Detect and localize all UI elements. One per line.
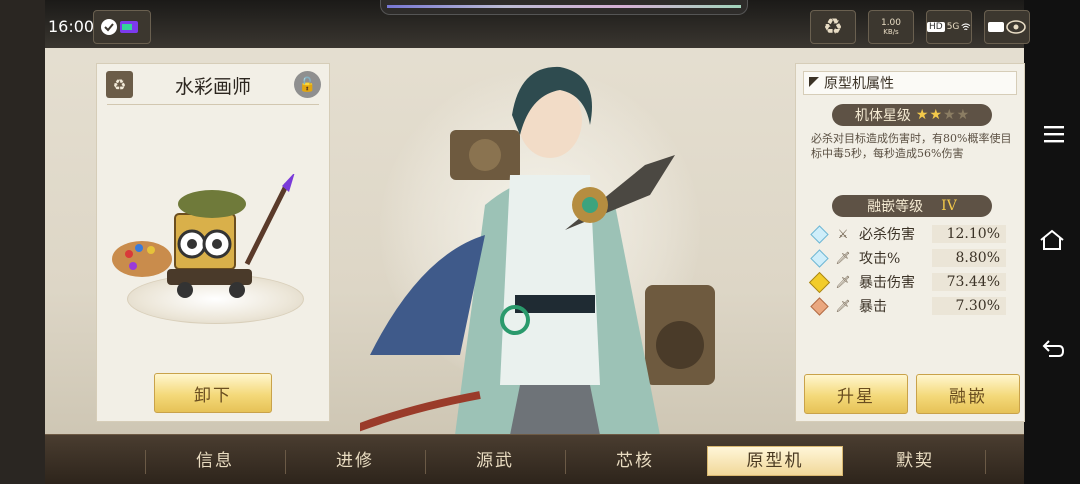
attribute-value: 73.44% — [932, 273, 1006, 291]
recycle-button[interactable]: ♻ — [810, 10, 856, 44]
wifi-icon — [961, 23, 971, 31]
game-screen: 16:00 ♻ 1.00 KB/s HD 5G ♻ 水彩画师 🔓 卸下 原型机属… — [0, 0, 1080, 484]
star-rating-pill: 机体星级 ★ ★ ★ ★ — [832, 104, 992, 126]
attribute-name: 暴击伤害 — [859, 275, 915, 291]
net-speed-indicator: 1.00 KB/s — [868, 10, 914, 44]
attribute-name: 暴击 — [859, 299, 887, 315]
back-icon[interactable] — [1041, 337, 1065, 359]
hd-badge: HD — [927, 22, 945, 32]
attribute-row: 🗡 暴击 7.30% — [810, 296, 1006, 316]
home-icon[interactable] — [1039, 229, 1065, 251]
panel-header-text: 原型机属性 — [824, 76, 894, 92]
tab-source-weapon[interactable]: 源武 — [427, 446, 563, 476]
gold-gem-icon — [808, 271, 831, 293]
tab-separator — [285, 450, 286, 474]
crit-sword-icon: 🗡 — [835, 299, 851, 313]
unequip-button[interactable]: 卸下 — [154, 373, 272, 413]
tab-separator — [565, 450, 566, 474]
attribute-row: 🗡 暴击伤害 73.44% — [808, 271, 1006, 293]
swords-icon: ⚔ — [837, 227, 849, 241]
network-type: 5G — [946, 22, 960, 32]
view-toggle-button[interactable] — [984, 10, 1030, 44]
inlay-level-pill: 融嵌等级 IV — [832, 195, 992, 217]
network-status: HD 5G — [926, 10, 972, 44]
speed-unit: KB/s — [883, 28, 899, 36]
lock-icon: 🔓 — [298, 76, 317, 93]
attribute-row: 🗡 攻击% 8.80% — [810, 248, 1006, 268]
menu-icon[interactable] — [1043, 125, 1065, 143]
back-to-previous-button[interactable] — [93, 10, 151, 44]
panel-header: 原型机属性 — [803, 71, 1017, 95]
upgrade-star-button[interactable]: 升星 — [804, 374, 908, 414]
lock-button[interactable]: 🔓 — [294, 71, 321, 98]
recycle-icon: ♻ — [823, 14, 843, 40]
attribute-name: 攻击% — [859, 251, 901, 267]
tab-rapport[interactable]: 默契 — [847, 446, 983, 476]
prototype-attributes-panel: 原型机属性 机体星级 ★ ★ ★ ★ 必杀对目标造成伤害时，有80%概率使目标中… — [795, 63, 1025, 422]
back-arrow-icon — [101, 19, 138, 35]
tab-separator — [985, 450, 986, 474]
tab-prototype[interactable]: 原型机 — [707, 446, 843, 476]
corner-marker — [809, 77, 819, 87]
speed-value: 1.00 — [880, 18, 902, 28]
star-rating-label: 机体星级 — [854, 108, 911, 124]
top-notch-decoration — [380, 0, 748, 15]
inlay-level-value: IV — [941, 198, 957, 214]
star-icon-empty: ★ — [943, 107, 956, 123]
star-icon-filled: ★ — [929, 107, 942, 123]
star-icon-empty: ★ — [956, 107, 970, 123]
tab-training[interactable]: 进修 — [287, 446, 423, 476]
tab-separator — [425, 450, 426, 474]
sword-icon: 🗡 — [835, 251, 851, 265]
attribute-value: 7.30% — [932, 297, 1006, 315]
blue-gem-icon — [810, 248, 829, 268]
clock: 16:00 — [48, 17, 95, 36]
blue-gem-icon — [810, 224, 829, 244]
attribute-value: 12.10% — [932, 225, 1006, 243]
title-divider — [107, 104, 319, 105]
inlay-level-label: 融嵌等级 — [867, 199, 924, 215]
painter-robot-illustration — [112, 174, 295, 298]
crit-sword-icon: 🗡 — [835, 275, 851, 289]
inlay-button[interactable]: 融嵌 — [916, 374, 1020, 414]
tab-info[interactable]: 信息 — [147, 446, 283, 476]
skill-description: 必杀对目标造成伤害时，有80%概率使目标中毒5秒，每秒造成56%伤害 — [811, 132, 1012, 160]
star-icon-filled: ★ — [915, 107, 929, 123]
character-artwork — [360, 66, 715, 435]
tab-separator — [145, 450, 146, 474]
orange-gem-icon — [810, 296, 829, 316]
attribute-row: ⚔ 必杀伤害 12.10% — [810, 224, 1006, 244]
eye-icon — [988, 20, 1026, 34]
attribute-value: 8.80% — [932, 249, 1006, 267]
left-edge — [0, 0, 45, 484]
tab-core[interactable]: 芯核 — [567, 446, 703, 476]
attribute-name: 必杀伤害 — [859, 227, 915, 243]
accessory-panel: ♻ 水彩画师 🔓 卸下 — [96, 63, 330, 422]
